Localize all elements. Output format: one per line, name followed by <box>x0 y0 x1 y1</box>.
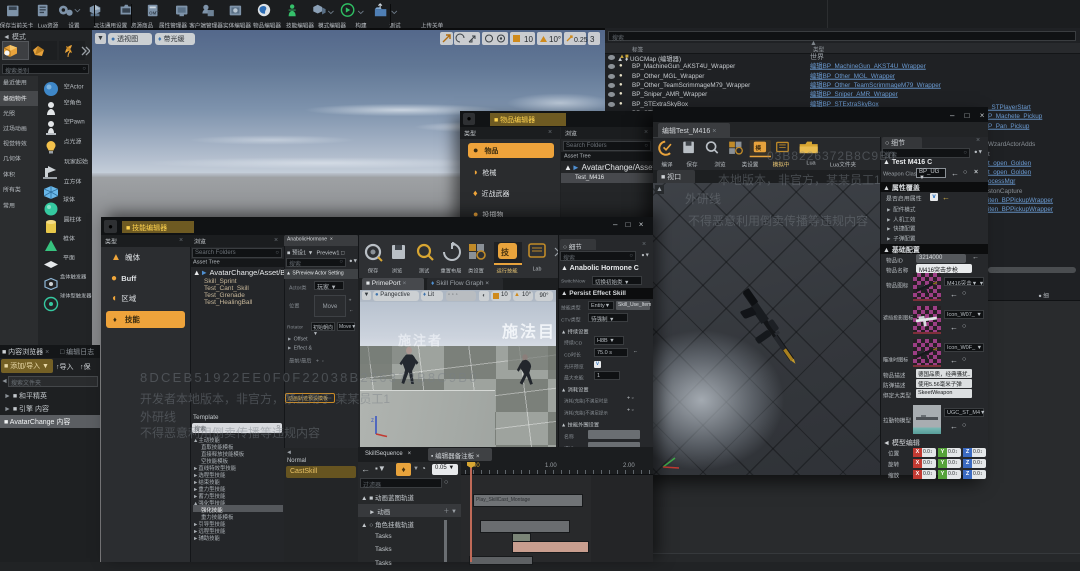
svg-text:技: 技 <box>501 247 510 257</box>
svg-text:OMT: OMT <box>149 10 159 15</box>
svg-text:0.25: 0.25 <box>574 37 588 44</box>
svg-text:模: 模 <box>755 144 761 152</box>
svg-text:z: z <box>371 418 374 424</box>
svg-text:10°: 10° <box>549 35 561 44</box>
svg-text:10: 10 <box>524 35 533 44</box>
svg-text:3: 3 <box>590 35 595 44</box>
